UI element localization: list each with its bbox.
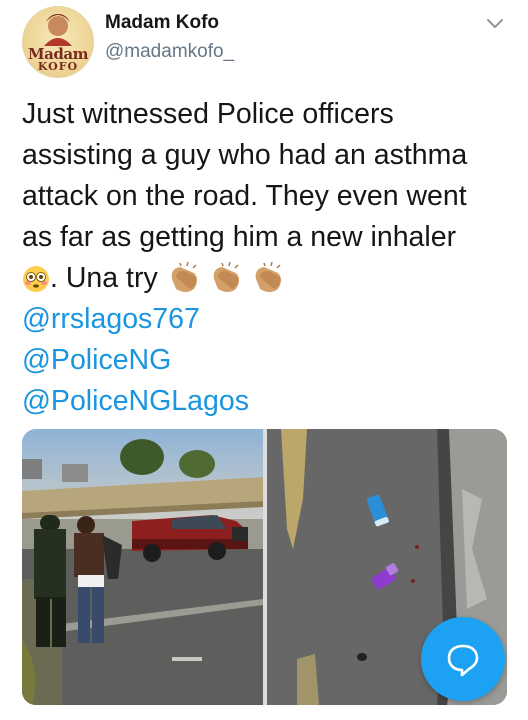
author-display-name[interactable]: Madam Kofo bbox=[105, 12, 219, 34]
tweet-line: attack on the road. They even went bbox=[22, 180, 467, 212]
mention-link[interactable]: @rrslagos767 bbox=[22, 299, 517, 340]
mention-link[interactable]: @PoliceNG bbox=[22, 340, 517, 381]
author-handle[interactable]: @madamkofo_ bbox=[105, 41, 234, 63]
flushed-face-emoji-icon bbox=[23, 266, 49, 292]
avatar-logo-subtext: KOFO bbox=[37, 60, 79, 73]
compose-reply-button[interactable] bbox=[421, 617, 505, 701]
chevron-down-icon[interactable] bbox=[484, 12, 506, 34]
chat-bubble-icon bbox=[447, 644, 479, 677]
tweet-line: as far as getting him a new inhaler bbox=[22, 221, 457, 253]
tweet-line: Just witnessed Police officers bbox=[22, 98, 394, 130]
clapping-hands-emoji-icon bbox=[171, 261, 281, 292]
tweet-line-5: . Una try bbox=[22, 258, 517, 299]
tweet-text: Just witnessed Police officers assisting… bbox=[22, 94, 517, 422]
mention-link[interactable]: @PoliceNGLagos bbox=[22, 381, 517, 422]
avatar[interactable]: Madam KOFO bbox=[22, 6, 94, 78]
tweet-line-5-text: . Una try bbox=[50, 262, 158, 294]
photo-roadside-police[interactable] bbox=[22, 429, 263, 705]
tweet-line: assisting a guy who had an asthma bbox=[22, 139, 468, 171]
